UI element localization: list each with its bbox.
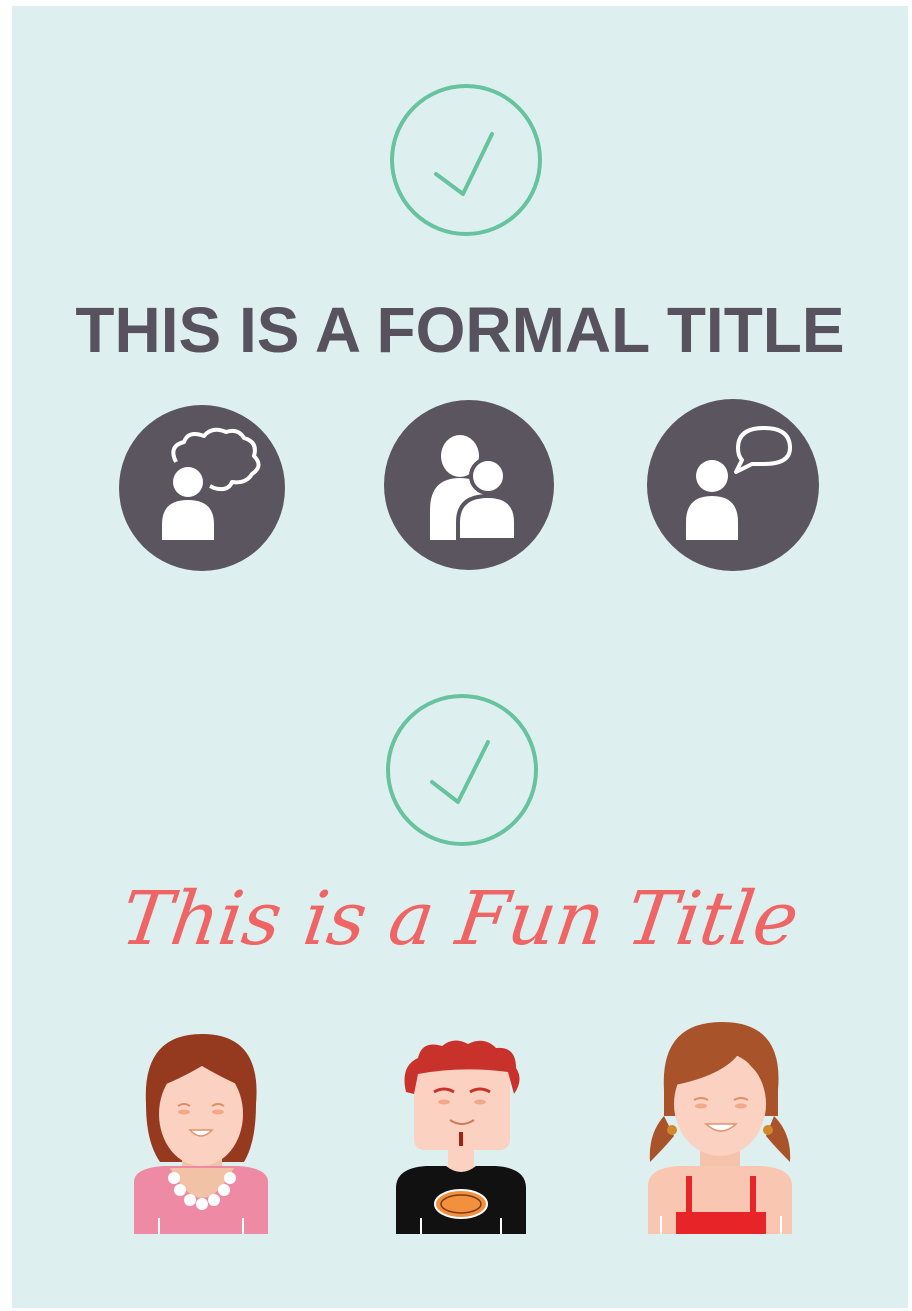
thinking-person-icon [119, 405, 285, 571]
speaking-person-icon [647, 399, 819, 571]
girl-pigtails-avatar [648, 1022, 792, 1234]
fun-title: This is a Fun Title [116, 876, 804, 962]
check-circle-icon [386, 694, 538, 846]
girl-pink-dress-avatar [134, 1034, 268, 1234]
group-people-icon [384, 400, 554, 570]
boy-red-hair-avatar [396, 1040, 526, 1234]
poster-canvas: THIS IS A FORMAL TITLE This is a Fun Tit… [12, 6, 908, 1308]
check-circle-icon [390, 84, 542, 236]
formal-title: THIS IS A FORMAL TITLE [75, 294, 845, 366]
